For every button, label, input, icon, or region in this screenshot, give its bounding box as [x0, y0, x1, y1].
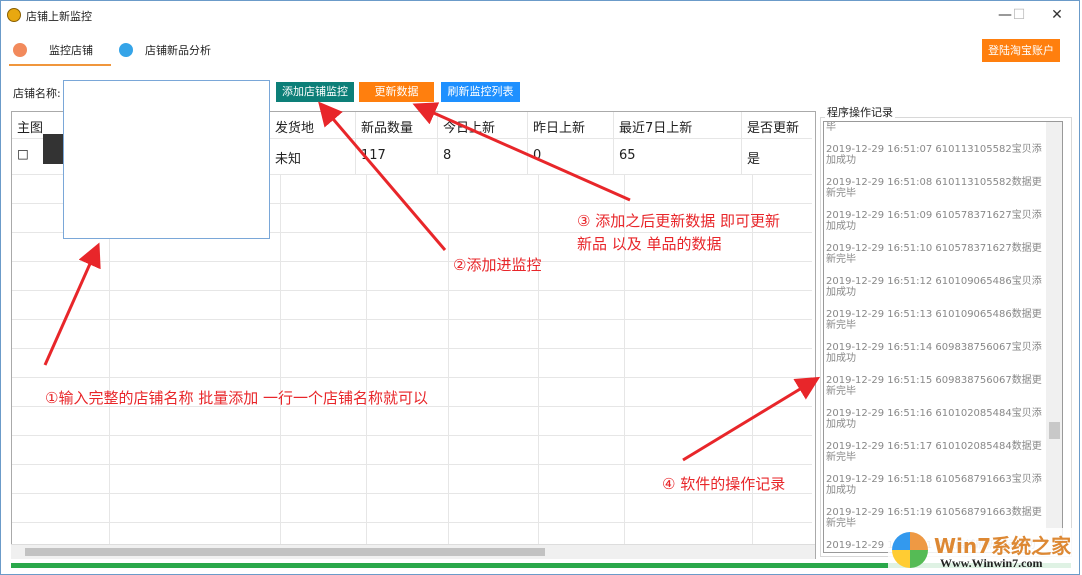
annotation-3-line1: ③ 添加之后更新数据 即可更新 — [577, 212, 780, 230]
annotation-2: ②添加进监控 — [453, 256, 542, 274]
arrow-1 — [43, 242, 101, 366]
arrow-2 — [318, 101, 447, 251]
arrow-4 — [682, 376, 821, 462]
annotation-1: ①输入完整的店铺名称 批量添加 一行一个店铺名称就可以 — [45, 389, 428, 407]
windows-logo-icon — [892, 532, 928, 568]
annotation-4: ④ 软件的操作记录 — [662, 475, 786, 493]
watermark-url: Www.Winwin7.com — [940, 556, 1043, 570]
watermark-brand: Win7系统之家 — [934, 534, 1072, 558]
annotation-3-line2: 新品 以及 单品的数据 — [577, 235, 722, 253]
arrow-3 — [412, 102, 631, 202]
annotation-arrows — [43, 101, 821, 462]
watermark: Win7系统之家 Www.Winwin7.com — [888, 528, 1078, 574]
